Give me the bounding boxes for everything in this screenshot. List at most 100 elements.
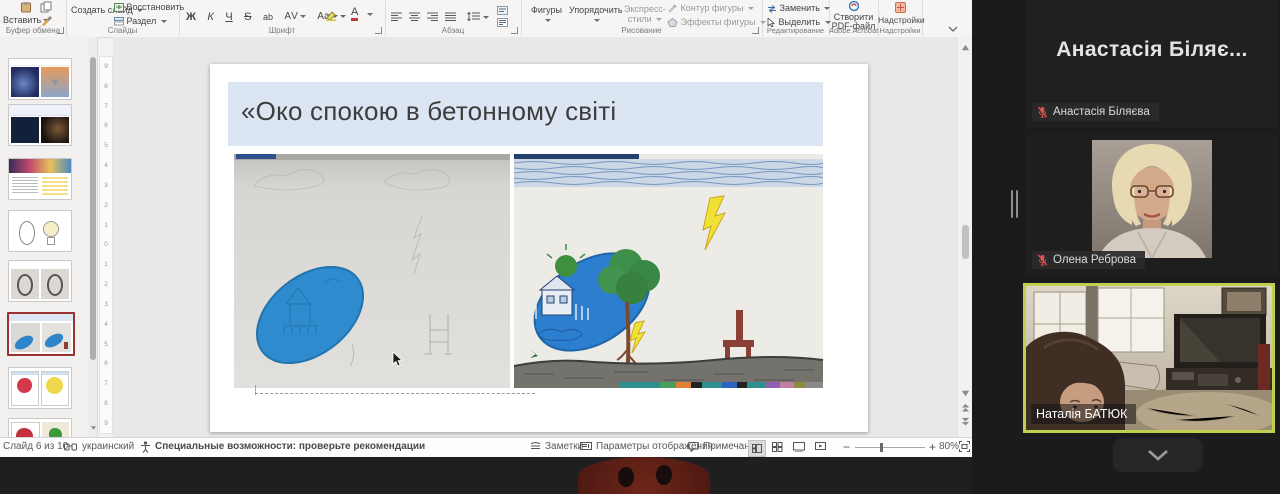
participant-name-label: Олена Реброва	[1032, 251, 1146, 269]
drawing-group-label: Рисование	[621, 26, 662, 35]
drawing-photo-faint[interactable]	[234, 154, 510, 388]
slide-title-placeholder[interactable]: «Око спокою в бетонному світі	[228, 82, 823, 146]
panel-resize-handle[interactable]	[1016, 190, 1018, 218]
replace-button[interactable]: Заменить	[767, 3, 831, 13]
character-spacing-button[interactable]: АV	[284, 11, 306, 22]
chevron-down-icon	[1148, 450, 1168, 461]
pencil-icon	[668, 4, 677, 14]
slide-thumbnail-4[interactable]	[8, 210, 72, 252]
ppt-vertical-scrollbar[interactable]	[957, 37, 972, 437]
justify-button[interactable]	[445, 9, 457, 27]
slide-thumbnail-5[interactable]	[8, 260, 72, 302]
arrange-button[interactable]: Упорядочить	[569, 5, 623, 25]
scroll-down-icon[interactable]	[961, 389, 970, 398]
reset-slide-button[interactable]: Восстановить	[114, 2, 184, 13]
slide-thumbnail-8[interactable]	[8, 418, 72, 437]
next-slide-icon[interactable]	[961, 417, 970, 426]
accessibility-status[interactable]: Специальные возможности: проверьте реком…	[155, 441, 425, 452]
scrollbar-thumb[interactable]	[962, 225, 969, 259]
font-group-label: Шрифт	[268, 26, 296, 35]
section-button[interactable]: Раздел	[114, 16, 167, 26]
bold-button[interactable]: Ж	[186, 11, 196, 23]
slide-thumbnail-6-selected[interactable]	[7, 312, 75, 356]
ribbon-group-font: Ж К Ч S ab АV Аа А Шрифт	[179, 0, 386, 36]
muted-mic-icon	[1037, 106, 1048, 118]
editing-group-label: Редактирование	[766, 26, 825, 35]
participant-tile-2[interactable]: Олена Реброва	[1026, 134, 1278, 276]
slide-thumbnail-2[interactable]	[8, 104, 72, 146]
highlight-color-button[interactable]	[325, 8, 346, 26]
mouse-cursor-icon	[392, 352, 403, 367]
zoom-level[interactable]: 80%	[939, 441, 959, 452]
ribbon-group-adobe: Створити PDF-файл Adobe Acrobat	[829, 0, 879, 36]
font-color-dropdown[interactable]	[367, 13, 373, 16]
text-shadow-button[interactable]: ab	[263, 12, 273, 22]
quick-styles-button[interactable]: Экспресс-стили	[624, 4, 666, 24]
zoom-slider-track[interactable]	[855, 447, 925, 448]
drawing-photo-colored[interactable]	[514, 154, 823, 388]
panel-resize-handle[interactable]	[1011, 190, 1013, 218]
scroll-up-icon[interactable]	[961, 43, 970, 52]
participant-tile-1[interactable]: Анастасія Біляє... Анастасія Біляєва	[1026, 0, 1278, 128]
zoom-in-button[interactable]: +	[929, 440, 936, 454]
addins-icon	[894, 2, 906, 13]
shapes-button[interactable]: Фигуры	[531, 5, 562, 25]
zoom-out-button[interactable]: −	[843, 440, 850, 454]
copy-icon[interactable]	[40, 1, 52, 13]
slide-thumbnail-panel: ♥	[0, 37, 98, 437]
align-right-button[interactable]	[427, 9, 439, 27]
muted-mic-icon	[1037, 254, 1048, 266]
drawing-dialog-launcher[interactable]	[752, 27, 759, 34]
align-center-button[interactable]	[409, 9, 421, 27]
desktop: Вставить Буфер обмена Создать слайд Восс…	[0, 0, 1280, 494]
strikethrough-button[interactable]: S	[244, 11, 251, 23]
shape-outline-button[interactable]: Контур фигуры	[667, 3, 754, 14]
participant-name-label: Наталія БАТЮК	[1031, 404, 1137, 424]
previous-slide-icon[interactable]	[961, 403, 970, 412]
language-indicator[interactable]: украинский	[82, 441, 134, 452]
reading-view-button[interactable]	[793, 442, 805, 455]
collapse-panel-button[interactable]	[1113, 438, 1203, 472]
spellcheck-icon[interactable]	[64, 443, 77, 452]
addins-button[interactable]: Надстройки	[878, 2, 925, 25]
clipboard-dialog-launcher[interactable]	[57, 27, 64, 34]
participant-tile-3-active-speaker[interactable]: Наталія БАТЮК	[1023, 283, 1275, 433]
slide-thumbnail-7[interactable]	[8, 367, 72, 409]
slide-counter: Слайд 6 из 10	[3, 441, 69, 452]
participant-display-name: Анастасія Біляє...	[1056, 38, 1248, 61]
slide-thumbnail-3[interactable]	[8, 158, 72, 200]
underline-button[interactable]: Ч	[225, 11, 232, 23]
slide-thumbnail-1[interactable]: ♥	[8, 58, 72, 100]
background-window-artwork	[578, 457, 710, 494]
zoom-slider-thumb[interactable]	[880, 443, 883, 452]
editing-canvas: «Око спокою в бетонному світі	[113, 37, 957, 437]
fit-slide-icon[interactable]	[959, 441, 970, 452]
comments-icon	[688, 441, 699, 452]
acrobat-icon	[848, 0, 859, 12]
slideshow-view-button[interactable]	[815, 442, 826, 455]
thumbnail-scroll-down-icon[interactable]	[90, 425, 97, 431]
accessibility-icon[interactable]	[140, 441, 151, 453]
participant-name-label: Анастасія Біляєва	[1032, 103, 1159, 121]
font-dialog-launcher[interactable]	[375, 27, 382, 34]
collapse-ribbon-chevron-icon[interactable]	[948, 26, 958, 33]
slides-group-label: Слайды	[107, 26, 138, 35]
normal-view-button[interactable]	[748, 440, 766, 457]
highlighter-icon	[326, 11, 336, 21]
paragraph-dialog-launcher[interactable]	[511, 27, 518, 34]
line-spacing-button[interactable]	[467, 9, 489, 27]
selection-dashed-border	[255, 393, 535, 394]
italic-button[interactable]: К	[207, 11, 213, 23]
slide-sorter-view-button[interactable]	[772, 442, 783, 455]
clipboard-icon	[21, 2, 32, 13]
notes-button[interactable]: Заметки	[530, 441, 583, 452]
slide[interactable]: «Око спокою в бетонному світі	[210, 64, 868, 432]
thumbnail-scrollbar[interactable]	[89, 37, 97, 437]
vertical-ruler[interactable]: 9876543210123456789	[99, 56, 113, 434]
adobe-group-label: Adobe Acrobat	[829, 26, 879, 35]
powerpoint-window: Вставить Буфер обмена Создать слайд Восс…	[0, 0, 972, 457]
align-left-button[interactable]	[391, 9, 403, 27]
new-slide-button[interactable]: Создать слайд	[71, 5, 144, 15]
font-color-button[interactable]: А	[351, 7, 359, 21]
ribbon-group-addins: Надстройки Надстройки	[878, 0, 925, 36]
